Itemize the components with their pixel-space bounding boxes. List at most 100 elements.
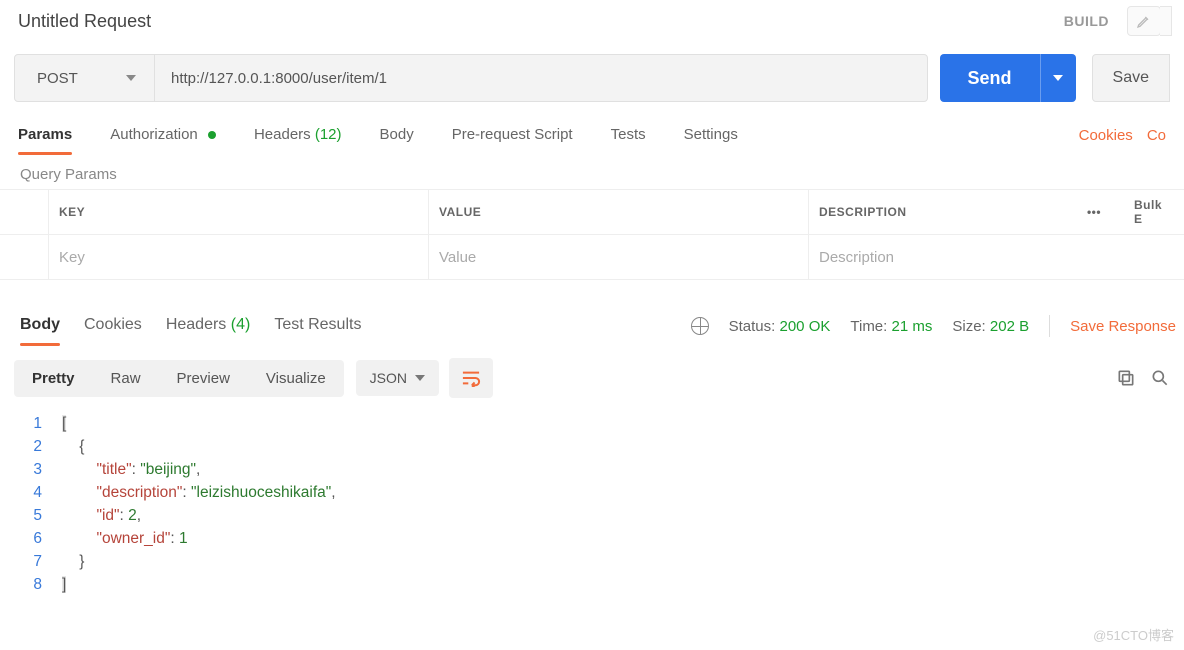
save-button[interactable]: Save [1092,54,1170,102]
resp-headers-count: (4) [231,316,251,333]
tab-authorization[interactable]: Authorization [110,116,216,155]
request-url-row: POST Send Save [0,44,1184,116]
copy-icon[interactable] [1116,368,1136,388]
send-options-button[interactable] [1040,54,1076,102]
request-tabs: Params Authorization Headers (12) Body P… [0,116,1184,156]
resp-tab-cookies[interactable]: Cookies [84,308,142,344]
view-visualize[interactable]: Visualize [248,360,344,397]
tab-prerequest[interactable]: Pre-request Script [452,116,573,155]
format-label: JSON [370,370,407,386]
time-group[interactable]: Time: 21 ms [850,318,932,335]
value-input[interactable]: Value [428,235,808,279]
resp-tab-headers-label: Headers [166,316,226,333]
tab-settings[interactable]: Settings [684,116,738,155]
response-toolbar: Pretty Raw Preview Visualize JSON [0,344,1184,408]
code-line[interactable]: 6 "owner_id": 1 [0,527,1184,550]
http-method-select[interactable]: POST [15,55,155,101]
cookies-link[interactable]: Cookies [1079,127,1133,144]
url-group: POST [14,54,928,102]
resp-tab-headers[interactable]: Headers (4) [166,308,251,344]
line-number: 2 [0,435,62,458]
request-right-links: Cookies Co [1079,127,1166,144]
code-line[interactable]: 4 "description": "leizishuoceshikaifa", [0,481,1184,504]
tab-params[interactable]: Params [18,116,72,155]
tab-headers[interactable]: Headers (12) [254,116,342,155]
response-json-body[interactable]: 1[2 {3 "title": "beijing",4 "description… [0,408,1184,596]
method-label: POST [37,70,78,87]
time-value: 21 ms [892,318,933,335]
status-group[interactable]: Status: 200 OK [729,318,831,335]
col-key: KEY [48,190,428,234]
size-group[interactable]: Size: 202 B [952,318,1029,335]
bulk-edit-link[interactable]: Bulk E [1124,198,1184,226]
view-pretty[interactable]: Pretty [14,360,93,397]
tab-authorization-label: Authorization [110,126,198,143]
tab-tests[interactable]: Tests [611,116,646,155]
view-mode-group: Pretty Raw Preview Visualize [14,360,344,397]
response-meta: Status: 200 OK Time: 21 ms Size: 202 B S… [691,315,1176,337]
status-dot-icon [208,131,216,139]
format-select[interactable]: JSON [356,360,439,396]
build-label[interactable]: BUILD [1064,13,1109,29]
line-number: 1 [0,412,62,435]
description-input[interactable]: Description [808,235,1064,279]
request-title[interactable]: Untitled Request [18,11,151,32]
pencil-icon [1136,13,1152,29]
code-link[interactable]: Co [1147,127,1166,144]
search-icon[interactable] [1150,368,1170,388]
globe-icon[interactable] [691,317,709,335]
code-text: "description": "leizishuoceshikaifa", [62,481,336,504]
code-text: [ [62,412,66,435]
chevron-down-icon [126,75,136,81]
code-line[interactable]: 2 { [0,435,1184,458]
col-value: VALUE [428,190,808,234]
response-tabs: Body Cookies Headers (4) Test Results St… [0,308,1184,344]
comment-button-stub[interactable] [1160,6,1172,36]
key-input[interactable]: Key [48,235,428,279]
query-params-table: KEY VALUE DESCRIPTION ••• Bulk E Key Val… [0,189,1184,280]
tab-body[interactable]: Body [380,116,414,155]
divider [1049,315,1050,337]
line-number: 8 [0,573,62,596]
chevron-down-icon [415,375,425,381]
response-toolbar-right [1116,368,1170,388]
query-params-header-row: KEY VALUE DESCRIPTION ••• Bulk E [0,190,1184,235]
code-line[interactable]: 8] [0,573,1184,596]
more-columns-button[interactable]: ••• [1064,205,1124,219]
resp-tab-test-results[interactable]: Test Results [274,308,361,344]
code-line[interactable]: 3 "title": "beijing", [0,458,1184,481]
code-line[interactable]: 5 "id": 2, [0,504,1184,527]
query-params-empty-row[interactable]: Key Value Description [0,235,1184,280]
code-text: "id": 2, [62,504,141,527]
response-block: Body Cookies Headers (4) Test Results St… [0,308,1184,596]
col-description: DESCRIPTION [808,190,1064,234]
chevron-down-icon [1053,75,1063,81]
query-params-label: Query Params [0,156,1184,189]
resp-tab-body[interactable]: Body [20,308,60,344]
code-line[interactable]: 7 } [0,550,1184,573]
view-raw[interactable]: Raw [93,360,159,397]
request-header: Untitled Request BUILD [0,0,1184,44]
code-line[interactable]: 1[ [0,412,1184,435]
watermark: @51CTO博客 [1093,625,1174,644]
view-preview[interactable]: Preview [159,360,248,397]
request-url-input[interactable] [155,55,927,101]
line-number: 7 [0,550,62,573]
line-number: 6 [0,527,62,550]
send-button[interactable]: Send [940,54,1040,102]
save-response-link[interactable]: Save Response [1070,318,1176,335]
code-text: "owner_id": 1 [62,527,188,550]
tab-headers-label: Headers [254,126,311,143]
code-text: ] [62,573,66,596]
line-number: 3 [0,458,62,481]
size-value: 202 B [990,318,1029,335]
wrap-icon [460,369,482,387]
wrap-lines-button[interactable] [449,358,493,398]
size-label: Size: [952,318,985,335]
time-label: Time: [850,318,887,335]
headers-count: (12) [315,126,342,143]
line-number: 5 [0,504,62,527]
edit-button[interactable] [1127,6,1161,36]
status-label: Status: [729,318,776,335]
send-button-group: Send [940,54,1076,102]
